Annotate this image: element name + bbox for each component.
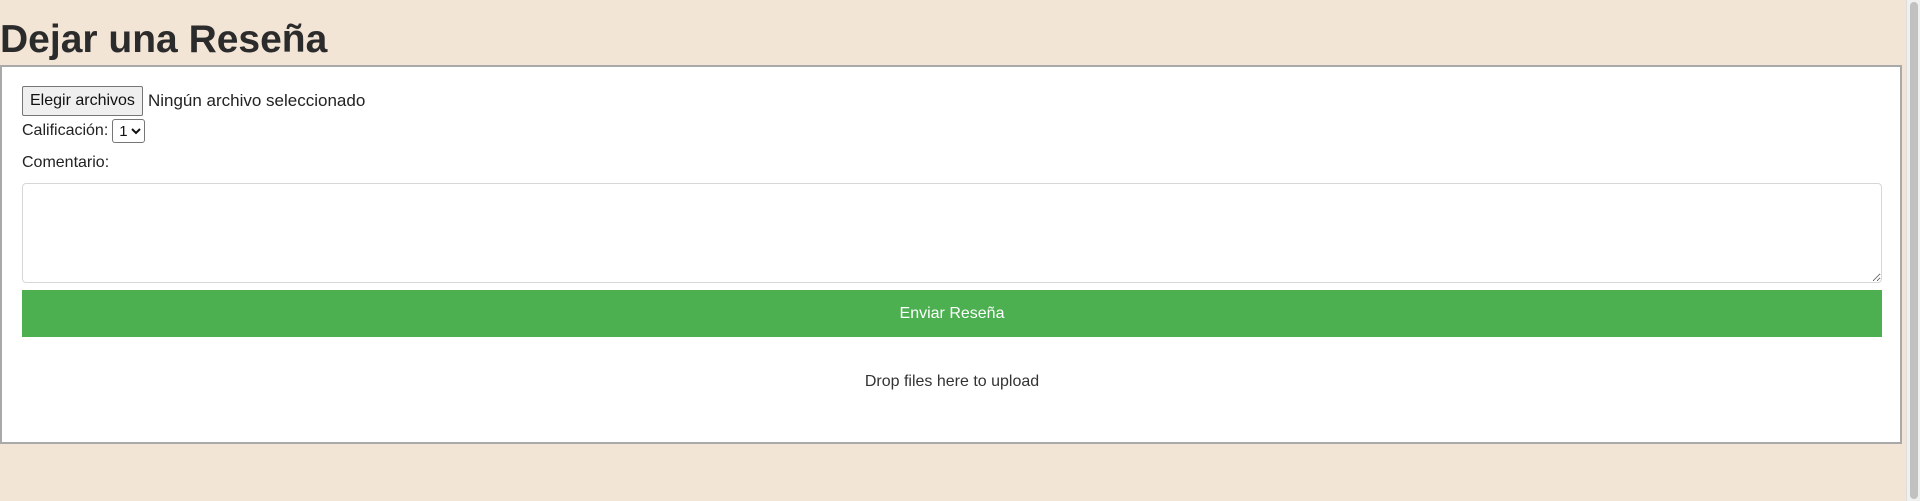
rating-label: Calificación: bbox=[22, 122, 109, 139]
comment-label: Comentario: bbox=[22, 154, 110, 171]
review-form-panel: Elegir archivos Ningún archivo seleccion… bbox=[0, 65, 1902, 444]
file-status-text: Ningún archivo seleccionado bbox=[147, 91, 366, 110]
comment-textarea[interactable] bbox=[22, 183, 1882, 283]
page-title: Dejar una Reseña bbox=[0, 18, 328, 61]
rating-select[interactable]: 1 bbox=[112, 119, 146, 143]
choose-files-button[interactable]: Elegir archivos bbox=[22, 86, 143, 116]
submit-review-button[interactable]: Enviar Reseña bbox=[22, 290, 1882, 337]
drop-zone-text: Drop files here to upload bbox=[864, 373, 1040, 390]
file-input-row: Elegir archivos Ningún archivo seleccion… bbox=[22, 86, 365, 116]
scrollbar-thumb[interactable] bbox=[1910, 2, 1918, 499]
vertical-scrollbar[interactable] bbox=[1906, 0, 1920, 501]
file-drop-zone[interactable]: Drop files here to upload bbox=[22, 347, 1882, 417]
rating-row: Calificación: 1 bbox=[22, 118, 146, 144]
